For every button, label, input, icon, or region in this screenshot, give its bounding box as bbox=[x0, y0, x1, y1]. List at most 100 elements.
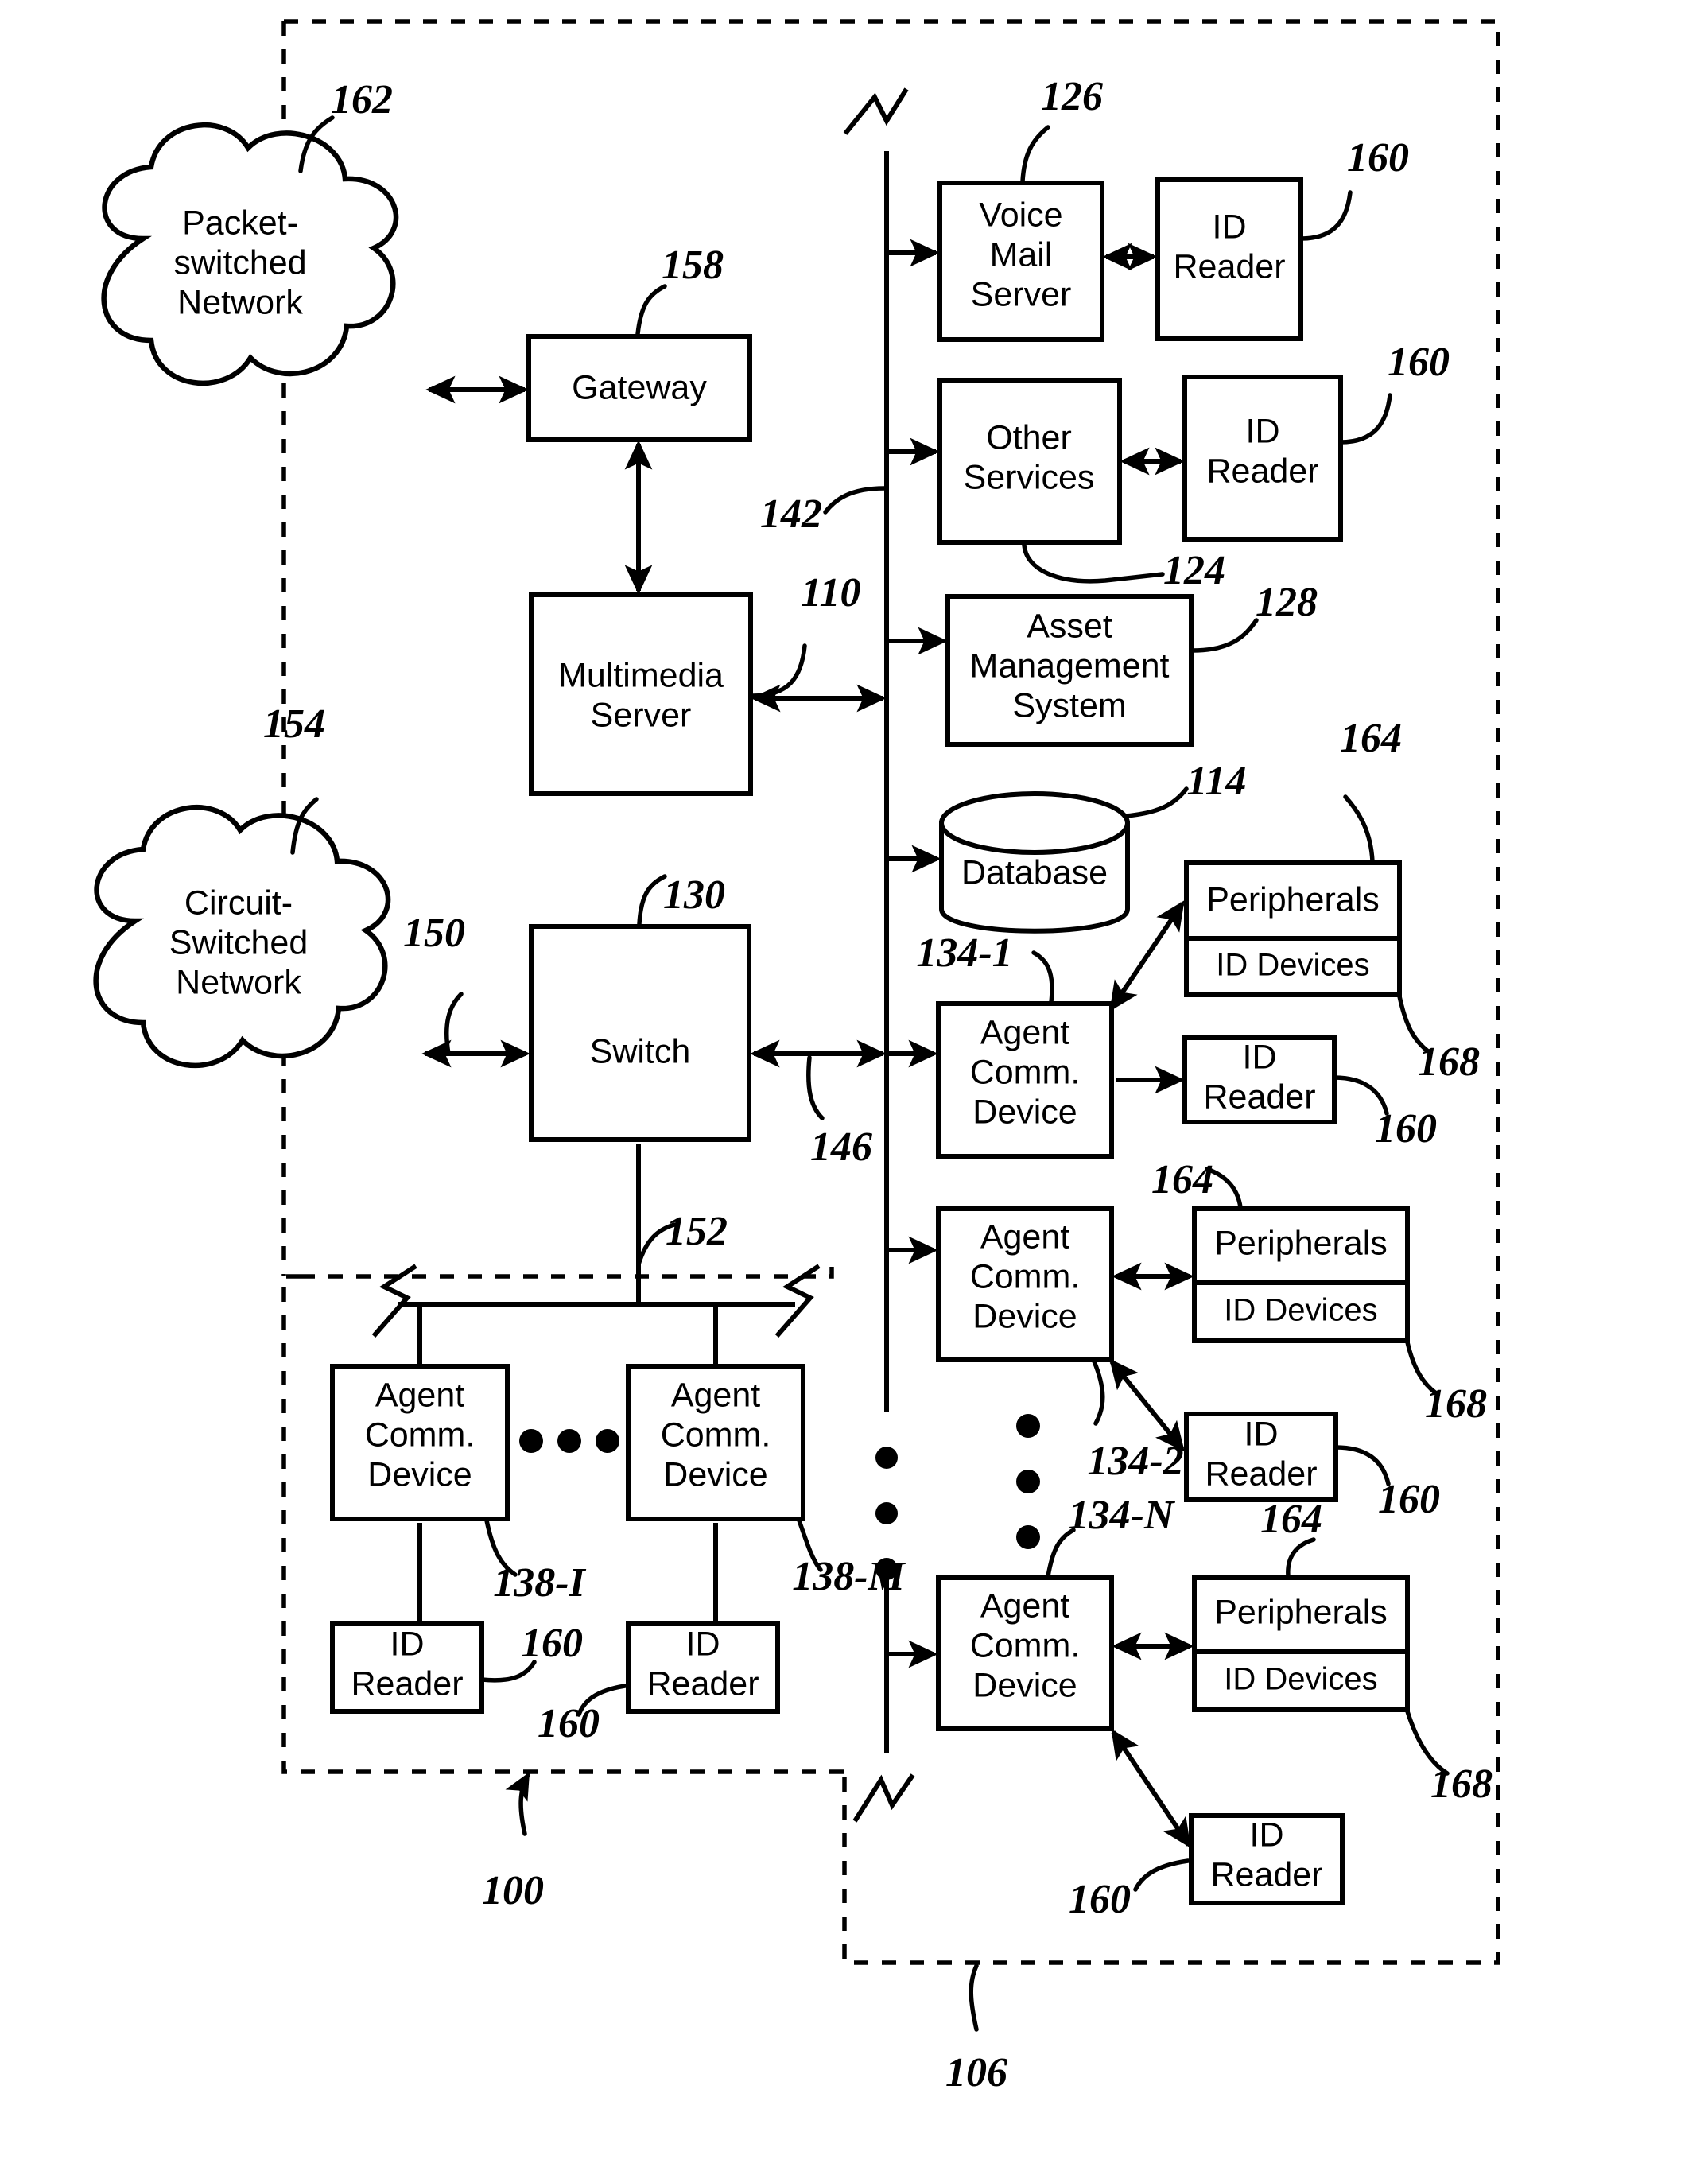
ref-100: 100 bbox=[482, 1868, 544, 1913]
ref-128: 128 bbox=[1256, 580, 1318, 625]
id-reader-138-i-label-2: Reader bbox=[351, 1664, 463, 1703]
asset-management-label-3: System bbox=[1012, 686, 1126, 724]
ref-164-1: 164 bbox=[1340, 716, 1402, 761]
packet-network-label-2: switched bbox=[173, 243, 306, 282]
ref-160-os: 160 bbox=[1388, 340, 1450, 385]
voice-mail-server-label-2: Mail bbox=[990, 235, 1053, 274]
ref-168-1: 168 bbox=[1418, 1039, 1480, 1085]
ref-160-3: 160 bbox=[1069, 1877, 1131, 1922]
agent-138-m-label-3: Device bbox=[663, 1455, 767, 1493]
circuit-network-label-2: Switched bbox=[169, 923, 308, 961]
ref-138-m: 138-M bbox=[792, 1554, 906, 1599]
lan-bus-line bbox=[371, 1264, 821, 1366]
agent-138-m-label-2: Comm. bbox=[661, 1416, 771, 1454]
ref-150: 150 bbox=[403, 911, 465, 956]
circuit-network-label-1: Circuit- bbox=[184, 884, 293, 922]
figure-canvas: Packet- switched Network Circuit- Switch… bbox=[0, 0, 1708, 2171]
peripherals-label-2: Peripherals bbox=[1214, 1224, 1388, 1262]
agent-138-m-label-1: Agent bbox=[671, 1376, 760, 1414]
ref-146: 146 bbox=[810, 1124, 872, 1170]
agent-134-1-label-3: Device bbox=[972, 1093, 1077, 1131]
id-reader-138-i-label-1: ID bbox=[390, 1625, 425, 1663]
leader-134-1 bbox=[1031, 950, 1054, 1004]
leader-142 bbox=[823, 486, 887, 515]
ref-152: 152 bbox=[666, 1209, 728, 1254]
multimedia-server-label-2: Server bbox=[591, 696, 692, 734]
leader-150 bbox=[444, 992, 464, 1056]
agent-134-2-label-1: Agent bbox=[980, 1218, 1069, 1256]
other-services-label-1: Other bbox=[986, 418, 1072, 456]
ref-138-i: 138-I bbox=[493, 1560, 586, 1606]
id-reader-os-label-1: ID bbox=[1246, 412, 1280, 450]
leader-146 bbox=[806, 1055, 825, 1120]
agent-134-n-label-3: Device bbox=[972, 1666, 1077, 1704]
ref-154: 154 bbox=[263, 701, 325, 747]
leader-128 bbox=[1190, 618, 1259, 653]
switch-label: Switch bbox=[590, 1032, 691, 1070]
ref-110: 110 bbox=[801, 570, 860, 616]
packet-network-label-1: Packet- bbox=[182, 204, 298, 242]
ref-130: 130 bbox=[663, 872, 725, 918]
ref-106: 106 bbox=[945, 2050, 1007, 2095]
ref-114: 114 bbox=[1186, 759, 1246, 804]
ref-134-n: 134-N bbox=[1069, 1493, 1176, 1538]
id-reader-vm-label-2: Reader bbox=[1173, 247, 1285, 285]
ref-160-138i: 160 bbox=[521, 1621, 583, 1666]
peripherals-label-1: Peripherals bbox=[1206, 880, 1380, 918]
agent-134-1-label-1: Agent bbox=[980, 1013, 1069, 1051]
id-reader-134-n-label-2: Reader bbox=[1210, 1855, 1322, 1893]
ref-160-2: 160 bbox=[1378, 1477, 1440, 1522]
id-reader-134-2-label-2: Reader bbox=[1205, 1454, 1317, 1493]
database-label: Database bbox=[961, 853, 1108, 891]
packet-network-label-3: Network bbox=[177, 283, 303, 321]
ref-160-1: 160 bbox=[1375, 1106, 1437, 1152]
ref-160-138m: 160 bbox=[538, 1701, 600, 1746]
ref-134-1: 134-1 bbox=[916, 930, 1012, 976]
agent-134-2-label-2: Comm. bbox=[970, 1257, 1081, 1295]
voice-mail-server-label-1: Voice bbox=[979, 196, 1062, 234]
id-reader-138-m-label-2: Reader bbox=[646, 1664, 759, 1703]
leader-100 bbox=[505, 1772, 530, 1836]
voice-mail-server-label-3: Server bbox=[971, 275, 1072, 313]
id-devices-label-3: ID Devices bbox=[1224, 1662, 1377, 1697]
leader-126 bbox=[1020, 125, 1050, 184]
id-reader-134-2-label-1: ID bbox=[1244, 1415, 1279, 1453]
agent-134-2-label-3: Device bbox=[972, 1297, 1077, 1335]
agent-134-1-label-2: Comm. bbox=[970, 1053, 1081, 1091]
agent-lan-ellipsis bbox=[519, 1429, 619, 1453]
leader-158 bbox=[635, 284, 667, 336]
other-services-label-2: Services bbox=[964, 458, 1095, 496]
link-agent134-n-idreader bbox=[1111, 1729, 1191, 1848]
leader-164-3 bbox=[1286, 1537, 1316, 1579]
ref-164-3: 164 bbox=[1260, 1497, 1322, 1542]
ref-142: 142 bbox=[760, 491, 822, 537]
ref-164-2: 164 bbox=[1151, 1157, 1213, 1202]
ref-158: 158 bbox=[662, 243, 724, 288]
id-reader-vm-label-1: ID bbox=[1213, 208, 1247, 246]
leader-164-1 bbox=[1343, 794, 1375, 864]
id-reader-134-1-label-2: Reader bbox=[1203, 1078, 1315, 1116]
leader-134-2 bbox=[1092, 1359, 1105, 1426]
link-agent134-2-idreader bbox=[1109, 1358, 1185, 1452]
multimedia-server-label-1: Multimedia bbox=[558, 656, 724, 694]
leader-106 bbox=[969, 1963, 979, 2032]
gateway-label: Gateway bbox=[572, 368, 707, 406]
id-devices-label-1: ID Devices bbox=[1216, 948, 1369, 983]
circuit-network-label-3: Network bbox=[176, 963, 301, 1001]
leader-124 bbox=[1022, 542, 1165, 584]
agent-138-i-label-1: Agent bbox=[375, 1376, 464, 1414]
asset-management-label-2: Management bbox=[970, 647, 1170, 685]
leader-160-vm bbox=[1298, 190, 1353, 241]
ref-126: 126 bbox=[1041, 74, 1103, 119]
agent-138-i-label-3: Device bbox=[367, 1455, 472, 1493]
leader-160-os bbox=[1338, 393, 1392, 445]
agent-138-i-label-2: Comm. bbox=[365, 1416, 476, 1454]
ref-134-2: 134-2 bbox=[1087, 1439, 1183, 1484]
asset-management-label-1: Asset bbox=[1027, 607, 1112, 645]
agent-bus-ellipsis bbox=[1016, 1414, 1040, 1549]
id-reader-138-m-label-1: ID bbox=[686, 1625, 720, 1663]
patent-block-diagram: Packet- switched Network Circuit- Switch… bbox=[93, 19, 1500, 2095]
ref-124: 124 bbox=[1163, 548, 1225, 593]
leader-114 bbox=[1124, 786, 1189, 818]
ref-168-3: 168 bbox=[1430, 1761, 1493, 1807]
